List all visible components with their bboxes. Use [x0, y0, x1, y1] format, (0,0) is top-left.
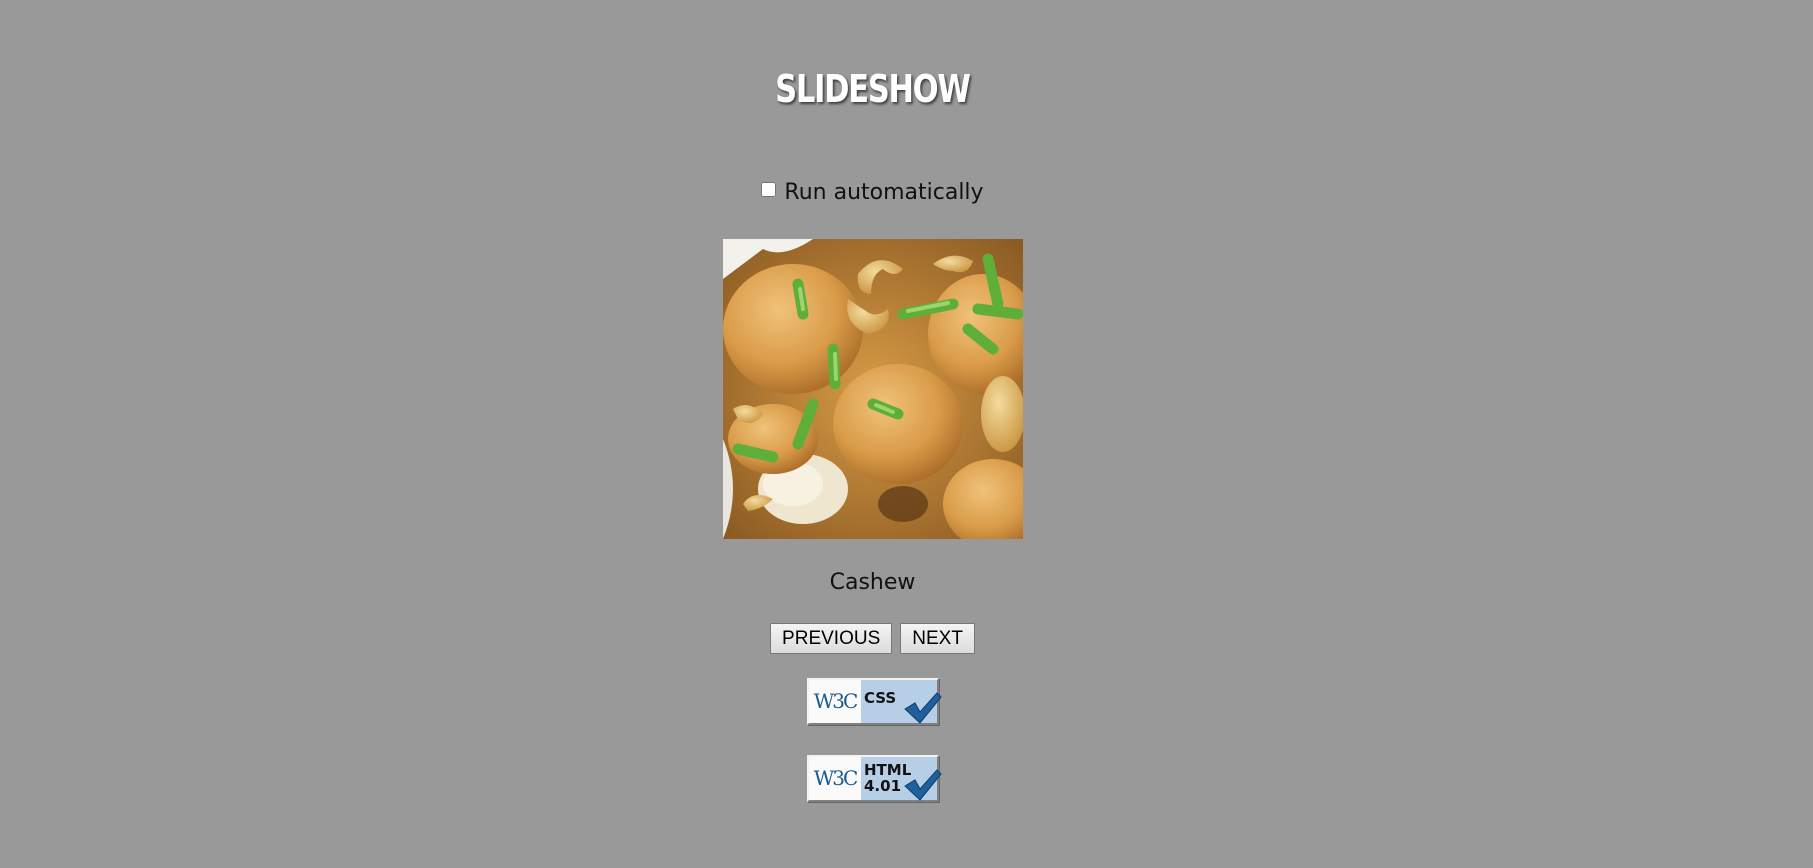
- previous-button[interactable]: PREVIOUS: [770, 623, 893, 654]
- slide-caption: Cashew: [829, 570, 916, 595]
- checkmark-icon: [904, 769, 942, 801]
- run-automatically-checkbox[interactable]: [761, 182, 777, 197]
- slideshow-page: SLIDESHOW Run automatically Cashew PREVI…: [0, 0, 1813, 868]
- w3c-logo: W3C: [809, 680, 861, 723]
- page-title: SLIDESHOW: [775, 67, 971, 111]
- w3c-logo: W3C: [809, 757, 861, 800]
- slideshow-navigation: PREVIOUS NEXT: [0, 623, 1745, 654]
- w3c-css-badge[interactable]: W3C CSS: [807, 678, 942, 725]
- run-automatically-control[interactable]: Run automatically: [0, 180, 1745, 205]
- html-badge-label-box: HTML 4.01: [861, 757, 942, 801]
- checkmark-icon: [904, 692, 942, 724]
- css-badge-label-box: CSS: [861, 680, 942, 724]
- run-automatically-label: Run automatically: [784, 180, 984, 205]
- w3c-html-badge[interactable]: W3C HTML 4.01: [807, 755, 942, 802]
- cashew-chicken-photo: [723, 239, 1023, 539]
- next-button[interactable]: NEXT: [900, 623, 975, 654]
- slide-image: [723, 239, 1023, 539]
